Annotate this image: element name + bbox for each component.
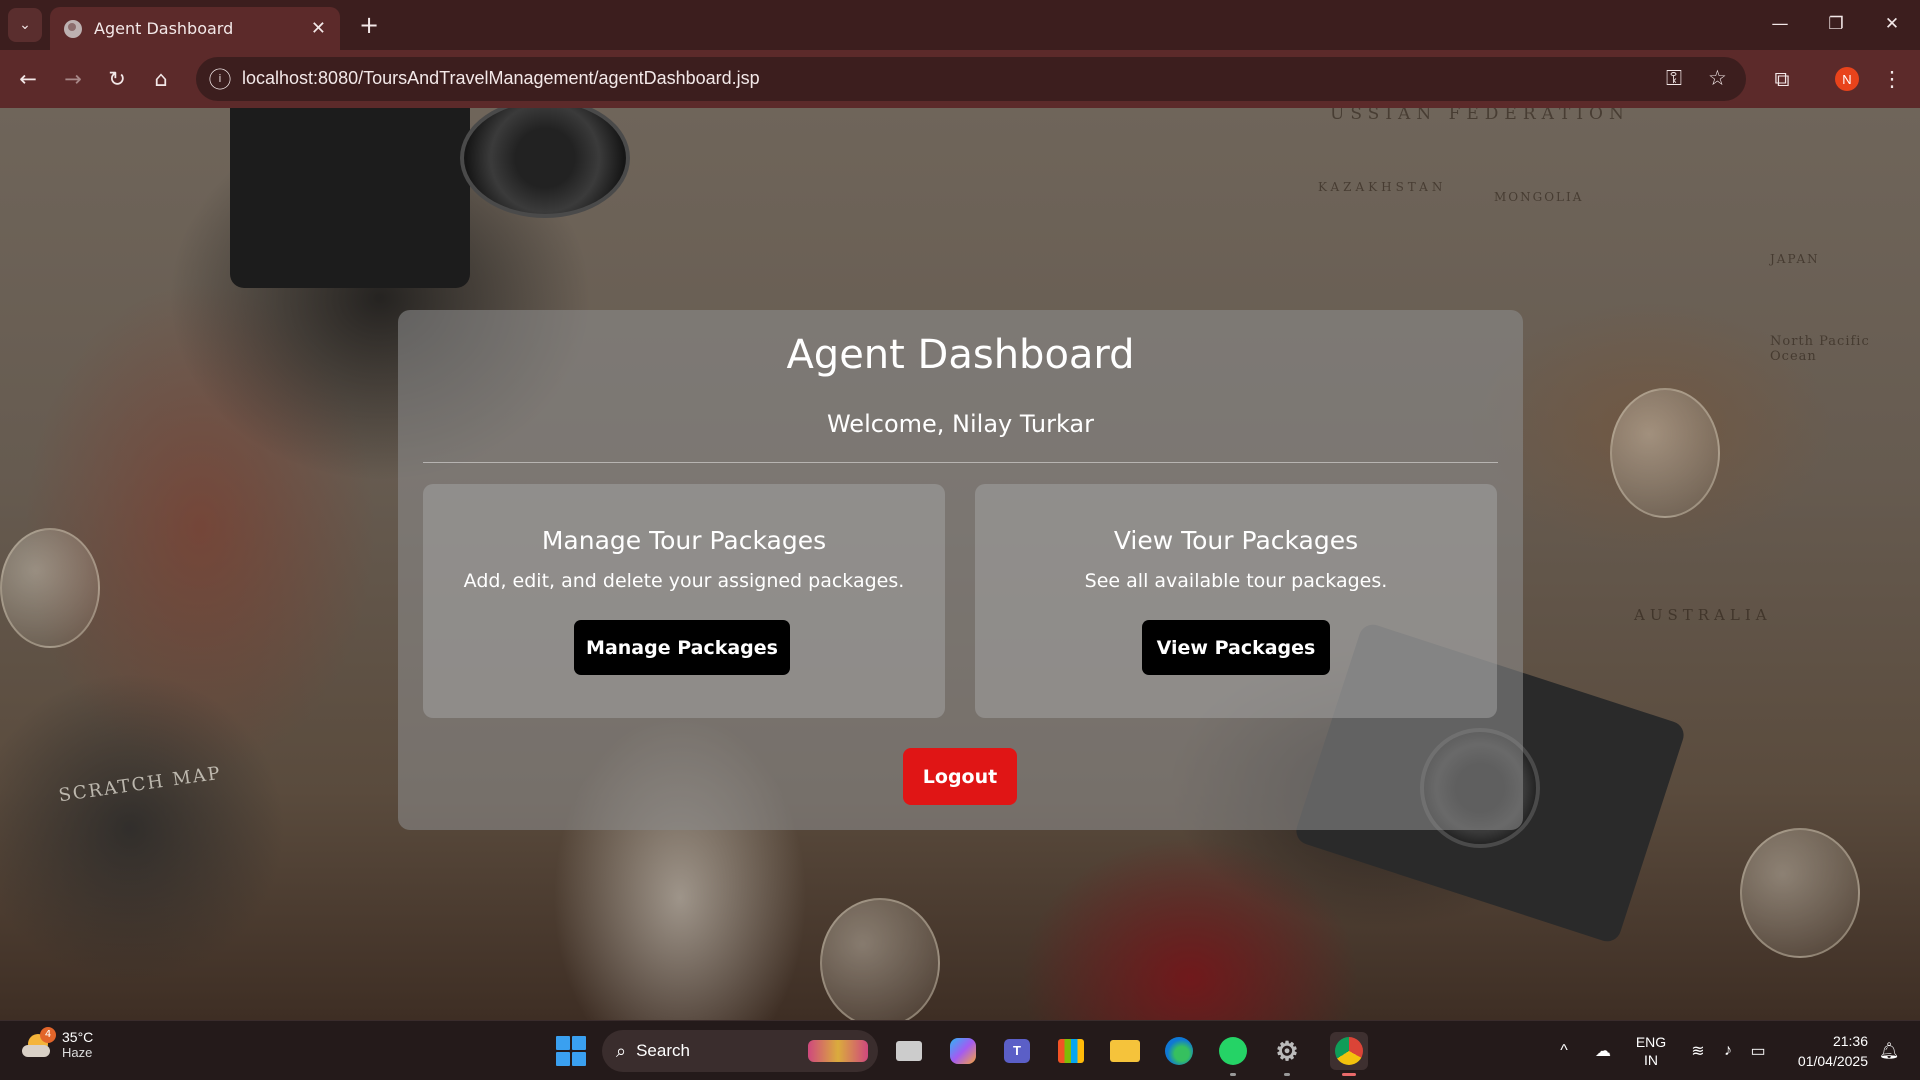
teams-icon[interactable]: T	[998, 1032, 1036, 1070]
card-description: Add, edit, and delete your assigned pack…	[463, 570, 905, 592]
show-hidden-icons-chevron[interactable]: ^	[1550, 1021, 1578, 1080]
language-code: ENG	[1635, 1034, 1667, 1050]
file-explorer-icon[interactable]	[1106, 1032, 1144, 1070]
page-viewport: USSIAN FEDERATION KAZAKHSTAN MONGOLIA JA…	[0, 108, 1920, 1020]
light-bulb-image	[820, 898, 940, 1020]
reload-icon[interactable]: ↻	[99, 61, 135, 97]
map-label: KAZAKHSTAN	[1318, 180, 1447, 194]
back-icon[interactable]: ←	[10, 61, 46, 97]
lens-image	[460, 108, 630, 218]
tab-title: Agent Dashboard	[94, 19, 234, 38]
search-icon: ⌕	[616, 1040, 627, 1062]
manage-packages-button[interactable]: Manage Packages	[574, 620, 790, 675]
menu-more-icon[interactable]: ⋮	[1874, 61, 1910, 97]
manage-packages-card: Manage Tour Packages Add, edit, and dele…	[423, 484, 945, 718]
task-view-icon[interactable]	[890, 1032, 928, 1070]
settings-gear-icon[interactable]: ⚙	[1268, 1032, 1306, 1076]
weather-widget[interactable]: 4 35°C Haze	[22, 1026, 94, 1060]
restore-icon[interactable]: ❐	[1808, 0, 1864, 48]
map-label: SCRATCH MAP	[57, 762, 224, 807]
copilot-icon[interactable]	[944, 1032, 982, 1070]
light-bulb-image	[1740, 828, 1860, 958]
view-packages-button[interactable]: View Packages	[1142, 620, 1330, 675]
tab-search-icon[interactable]: ⌄	[8, 8, 42, 42]
globe-icon	[64, 19, 82, 38]
weather-temperature: 35°C	[62, 1029, 94, 1045]
edge-browser-icon[interactable]	[1160, 1032, 1198, 1070]
os-taskbar: 4 35°C Haze ⌕ Search T ⚙ ^ ☁ ENG IN ≋ ♪ …	[0, 1020, 1920, 1080]
onedrive-status-icon[interactable]: ☁	[1588, 1021, 1618, 1080]
forward-icon[interactable]: →	[55, 61, 91, 97]
notification-bell-icon[interactable]: 🔔︎	[1874, 1021, 1904, 1080]
url-text[interactable]: localhost:8080/ToursAndTravelManagement/…	[242, 68, 760, 89]
new-tab-icon[interactable]: +	[352, 8, 386, 42]
map-label: MONGOLIA	[1494, 190, 1584, 204]
clock-time: 21:36	[1832, 1033, 1868, 1049]
password-key-icon[interactable]: ⚿	[1666, 66, 1682, 91]
browser-toolbar: ← → ↻ ⌂ i localhost:8080/ToursAndTravelM…	[0, 50, 1920, 108]
map-label: AUSTRALIA	[1634, 606, 1772, 624]
search-label: Search	[636, 1041, 690, 1060]
chrome-browser-icon[interactable]	[1330, 1032, 1368, 1076]
site-info-icon[interactable]: i	[209, 68, 231, 90]
system-clock[interactable]: 21:36 01/04/2025	[1778, 1021, 1868, 1080]
weather-badge: 4	[40, 1026, 56, 1043]
volume-icon[interactable]: ♪	[1714, 1021, 1742, 1080]
profile-avatar[interactable]: N	[1835, 67, 1859, 91]
clock-date: 01/04/2025	[1797, 1053, 1868, 1069]
logout-button[interactable]: Logout	[903, 748, 1017, 805]
map-label: JAPAN	[1770, 252, 1820, 266]
minimize-icon[interactable]: —	[1752, 0, 1808, 48]
weather-condition: Haze	[62, 1045, 93, 1060]
map-label: USSIAN FEDERATION	[1330, 108, 1630, 124]
address-bar[interactable]: i localhost:8080/ToursAndTravelManagemen…	[196, 57, 1746, 101]
map-label: North Pacific Ocean	[1770, 334, 1870, 364]
light-bulb-image	[0, 528, 100, 648]
battery-icon[interactable]: ▭	[1744, 1021, 1772, 1080]
home-icon[interactable]: ⌂	[143, 61, 179, 97]
browser-tab-strip: ⌄ Agent Dashboard ✕ + — ❐ ✕	[0, 0, 1920, 50]
close-tab-icon[interactable]: ✕	[311, 18, 326, 39]
wifi-icon[interactable]: ≋	[1684, 1021, 1712, 1080]
whatsapp-icon[interactable]	[1214, 1032, 1252, 1076]
camera-image	[230, 108, 470, 288]
browser-tab-active[interactable]: Agent Dashboard ✕	[50, 7, 340, 50]
search-highlight-icon	[808, 1040, 868, 1062]
welcome-message: Welcome, Nilay Turkar	[826, 410, 1094, 438]
agent-dashboard-panel: Agent Dashboard Welcome, Nilay Turkar Ma…	[398, 310, 1523, 830]
windows-start-icon[interactable]	[556, 1036, 586, 1066]
microsoft-store-icon[interactable]	[1052, 1032, 1090, 1070]
region-code: IN	[1644, 1052, 1658, 1068]
page-title: Agent Dashboard	[786, 332, 1135, 378]
weather-haze-icon: 4	[22, 1026, 56, 1059]
card-title: View Tour Packages	[1113, 526, 1359, 555]
bookmark-star-icon[interactable]: ☆	[1708, 66, 1727, 90]
extensions-icon[interactable]: ⧉	[1764, 61, 1800, 97]
input-language-indicator[interactable]: ENG IN	[1628, 1021, 1674, 1080]
light-bulb-image	[1610, 388, 1720, 518]
card-description: See all available tour packages.	[1084, 570, 1388, 592]
taskbar-search-box[interactable]: ⌕ Search	[602, 1030, 878, 1072]
view-packages-card: View Tour Packages See all available tou…	[975, 484, 1497, 718]
card-title: Manage Tour Packages	[541, 526, 827, 555]
window-controls: — ❐ ✕	[1752, 0, 1920, 50]
close-window-icon[interactable]: ✕	[1864, 0, 1920, 48]
divider	[423, 462, 1498, 463]
